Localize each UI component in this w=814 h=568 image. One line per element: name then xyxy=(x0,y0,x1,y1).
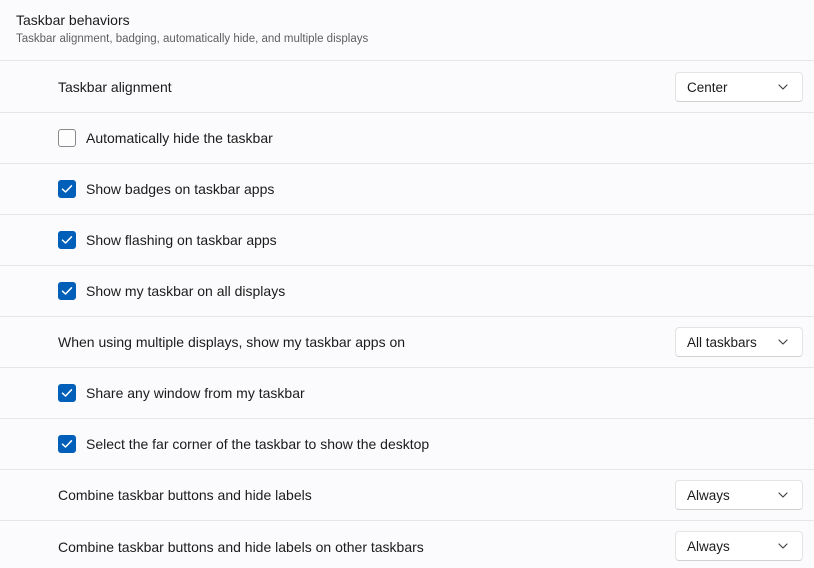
setting-row-combine-buttons: Combine taskbar buttons and hide labels … xyxy=(0,470,814,521)
chevron-down-icon xyxy=(778,339,788,345)
auto-hide-checkbox[interactable] xyxy=(58,129,76,147)
combine-buttons-other-dropdown[interactable]: Always xyxy=(675,531,803,561)
setting-row-badges: Show badges on taskbar apps xyxy=(0,164,814,215)
checkmark-icon xyxy=(61,440,73,448)
setting-label: Taskbar alignment xyxy=(58,79,172,95)
multiple-displays-dropdown[interactable]: All taskbars xyxy=(675,327,803,357)
setting-label: Show flashing on taskbar apps xyxy=(86,232,277,248)
checkmark-icon xyxy=(61,185,73,193)
dropdown-value: Always xyxy=(687,538,730,554)
flashing-checkbox[interactable] xyxy=(58,231,76,249)
setting-label: Automatically hide the taskbar xyxy=(86,130,273,146)
dropdown-value: Center xyxy=(687,79,728,95)
setting-row-combine-buttons-other: Combine taskbar buttons and hide labels … xyxy=(0,521,814,568)
checkmark-icon xyxy=(61,389,73,397)
taskbar-behaviors-panel: Taskbar behaviors Taskbar alignment, bad… xyxy=(0,0,814,568)
section-header[interactable]: Taskbar behaviors Taskbar alignment, bad… xyxy=(0,0,814,61)
setting-label: Select the far corner of the taskbar to … xyxy=(86,436,430,452)
section-title: Taskbar behaviors xyxy=(16,12,130,28)
setting-row-share-window: Share any window from my taskbar xyxy=(0,368,814,419)
setting-label: When using multiple displays, show my ta… xyxy=(58,334,406,350)
combine-buttons-dropdown[interactable]: Always xyxy=(675,480,803,510)
setting-row-auto-hide: Automatically hide the taskbar xyxy=(0,113,814,164)
chevron-down-icon xyxy=(778,492,788,498)
checkmark-icon xyxy=(61,236,73,244)
all-displays-checkbox[interactable] xyxy=(58,282,76,300)
setting-row-all-displays: Show my taskbar on all displays xyxy=(0,266,814,317)
setting-label: Combine taskbar buttons and hide labels … xyxy=(58,538,424,555)
chevron-down-icon xyxy=(778,543,788,549)
checkmark-icon xyxy=(61,287,73,295)
badges-checkbox[interactable] xyxy=(58,180,76,198)
setting-label: Combine taskbar buttons and hide labels xyxy=(58,487,312,503)
taskbar-alignment-dropdown[interactable]: Center xyxy=(675,72,803,102)
setting-label: Show badges on taskbar apps xyxy=(86,181,275,197)
far-corner-checkbox[interactable] xyxy=(58,435,76,453)
chevron-down-icon xyxy=(778,84,788,90)
dropdown-value: All taskbars xyxy=(687,334,757,350)
setting-row-taskbar-alignment: Taskbar alignment Center xyxy=(0,62,814,113)
section-subtitle: Taskbar alignment, badging, automaticall… xyxy=(16,33,369,45)
setting-row-far-corner: Select the far corner of the taskbar to … xyxy=(0,419,814,470)
setting-label: Show my taskbar on all displays xyxy=(86,283,286,299)
setting-label: Share any window from my taskbar xyxy=(86,385,305,401)
setting-row-flashing: Show flashing on taskbar apps xyxy=(0,215,814,266)
dropdown-value: Always xyxy=(687,487,730,503)
share-window-checkbox[interactable] xyxy=(58,384,76,402)
setting-row-multiple-displays: When using multiple displays, show my ta… xyxy=(0,317,814,368)
